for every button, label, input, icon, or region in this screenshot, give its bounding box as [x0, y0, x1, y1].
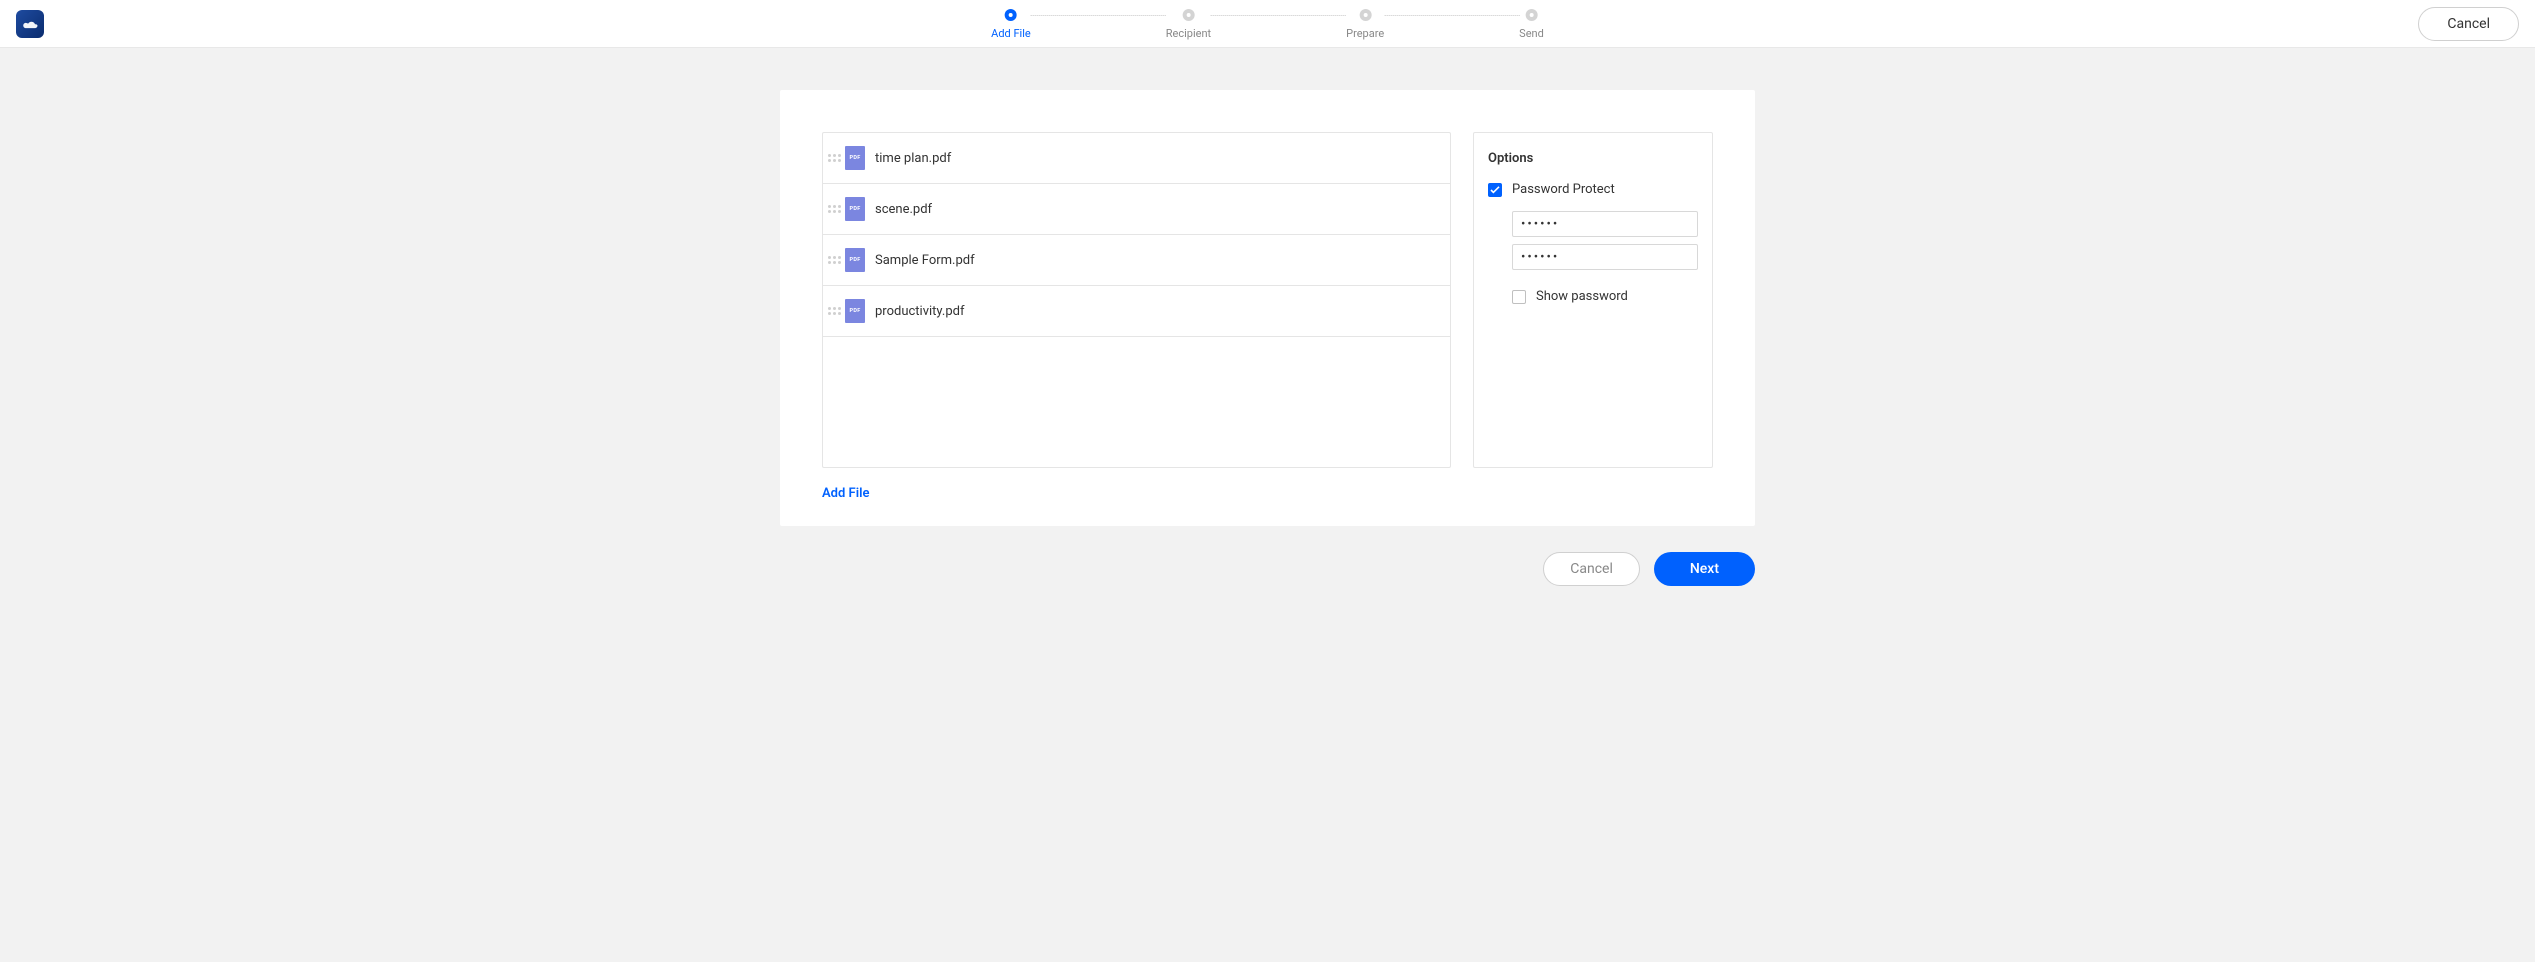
step-circle	[1182, 9, 1194, 21]
app-header: Add File Recipient Prepare Send Cancel	[0, 0, 2535, 48]
password-protect-option: Password Protect	[1488, 182, 1698, 197]
check-icon	[1490, 186, 1500, 194]
cloud-icon	[21, 18, 39, 30]
password-confirm-input[interactable]	[1512, 244, 1698, 270]
file-row[interactable]: PDF time plan.pdf	[823, 133, 1450, 184]
card-body: PDF time plan.pdf PDF scene.pdf	[822, 132, 1713, 501]
file-row[interactable]: PDF scene.pdf	[823, 184, 1450, 235]
step-label: Add File	[991, 27, 1031, 40]
step-circle-active	[1005, 9, 1017, 21]
pdf-file-icon: PDF	[845, 248, 865, 272]
step-circle	[1526, 9, 1538, 21]
step-prepare: Prepare	[1346, 9, 1384, 40]
step-connector	[1384, 15, 1519, 16]
step-label: Send	[1519, 27, 1544, 40]
step-label: Prepare	[1346, 27, 1384, 40]
options-panel: Options Password Protect Show passwo	[1473, 132, 1713, 468]
file-name-label: productivity.pdf	[875, 304, 964, 319]
show-password-checkbox[interactable]	[1512, 290, 1526, 304]
file-name-label: time plan.pdf	[875, 151, 951, 166]
show-password-option: Show password	[1488, 289, 1698, 304]
show-password-label: Show password	[1536, 289, 1628, 304]
cancel-button-header[interactable]: Cancel	[2418, 7, 2519, 41]
file-row[interactable]: PDF productivity.pdf	[823, 286, 1450, 337]
password-fields	[1488, 211, 1698, 277]
progress-stepper: Add File Recipient Prepare Send	[991, 9, 1544, 40]
pdf-file-icon: PDF	[845, 299, 865, 323]
pdf-file-icon: PDF	[845, 146, 865, 170]
step-recipient: Recipient	[1166, 9, 1211, 40]
step-connector	[1211, 15, 1346, 16]
app-logo	[16, 10, 44, 38]
drag-handle-icon[interactable]	[827, 301, 841, 321]
password-input[interactable]	[1512, 211, 1698, 237]
file-section: PDF time plan.pdf PDF scene.pdf	[822, 132, 1451, 501]
pdf-file-icon: PDF	[845, 197, 865, 221]
main-content: PDF time plan.pdf PDF scene.pdf	[0, 48, 2535, 586]
step-add-file: Add File	[991, 9, 1031, 40]
next-button[interactable]: Next	[1654, 552, 1755, 586]
content-card: PDF time plan.pdf PDF scene.pdf	[780, 90, 1755, 526]
file-list: PDF time plan.pdf PDF scene.pdf	[822, 132, 1451, 468]
add-file-button[interactable]: Add File	[822, 486, 869, 501]
file-name-label: Sample Form.pdf	[875, 253, 975, 268]
file-row[interactable]: PDF Sample Form.pdf	[823, 235, 1450, 286]
file-name-label: scene.pdf	[875, 202, 932, 217]
drag-handle-icon[interactable]	[827, 199, 841, 219]
step-label: Recipient	[1166, 27, 1211, 40]
password-protect-checkbox[interactable]	[1488, 183, 1502, 197]
cancel-button[interactable]: Cancel	[1543, 552, 1640, 586]
drag-handle-icon[interactable]	[827, 250, 841, 270]
step-connector	[1031, 15, 1166, 16]
drag-handle-icon[interactable]	[827, 148, 841, 168]
footer-buttons: Cancel Next	[780, 552, 1755, 586]
password-protect-label: Password Protect	[1512, 182, 1615, 197]
options-title: Options	[1488, 151, 1698, 166]
step-circle	[1359, 9, 1371, 21]
step-send: Send	[1519, 9, 1544, 40]
